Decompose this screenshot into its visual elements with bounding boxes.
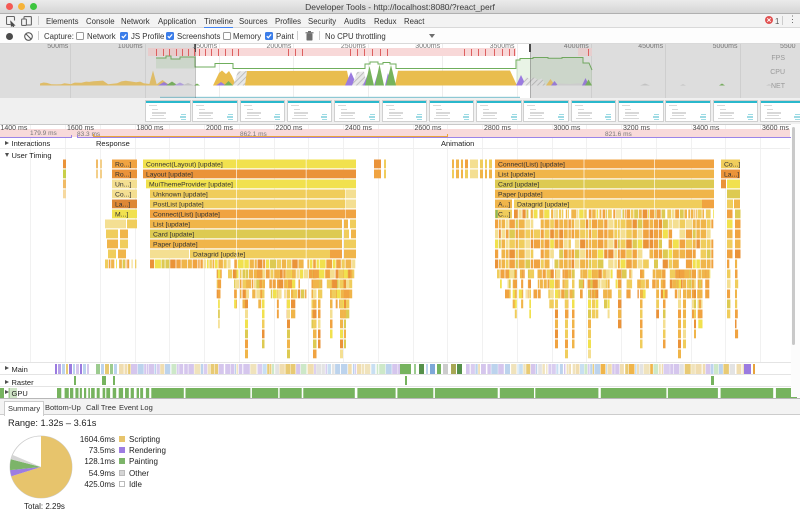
svg-text:Connect(List) [update]: Connect(List) [update]: [498, 162, 565, 169]
svg-text:Unknown [update]: Unknown [update]: [153, 192, 208, 199]
svg-text:A...]: A...]: [498, 202, 510, 209]
svg-text:Card [update]: Card [update]: [153, 232, 194, 239]
svg-text:Un...]: Un...]: [115, 182, 131, 189]
svg-text:Connect(Layout) [update]: Connect(Layout) [update]: [146, 162, 223, 169]
svg-text:Layout [update]: Layout [update]: [146, 172, 193, 179]
svg-text:List [update]: List [update]: [498, 172, 535, 179]
svg-text:Paper [update]: Paper [update]: [153, 242, 198, 249]
svg-text:Ro...]: Ro...]: [115, 172, 131, 179]
svg-text:PostList [update]: PostList [update]: [153, 202, 204, 209]
svg-text:Co...]: Co...]: [115, 192, 131, 199]
svg-text:Datagrid [update]: Datagrid [update]: [517, 202, 569, 209]
svg-text:La...]: La...]: [724, 172, 739, 179]
svg-text:Ro...]: Ro...]: [115, 162, 131, 169]
svg-text:Datagrid [update]: Datagrid [update]: [193, 252, 245, 259]
svg-text:Card [update]: Card [update]: [498, 182, 539, 189]
svg-text:Paper [update]: Paper [update]: [498, 192, 543, 199]
svg-text:MuiThemeProvider [update]: MuiThemeProvider [update]: [149, 182, 233, 189]
svg-text:List [update]: List [update]: [153, 222, 190, 229]
svg-text:C...]: C...]: [498, 212, 511, 219]
svg-text:Co...]: Co...]: [724, 162, 740, 169]
svg-text:La...]: La...]: [115, 202, 130, 209]
svg-text:Connect(List) [update]: Connect(List) [update]: [153, 212, 220, 219]
svg-text:M...]: M...]: [115, 212, 128, 219]
